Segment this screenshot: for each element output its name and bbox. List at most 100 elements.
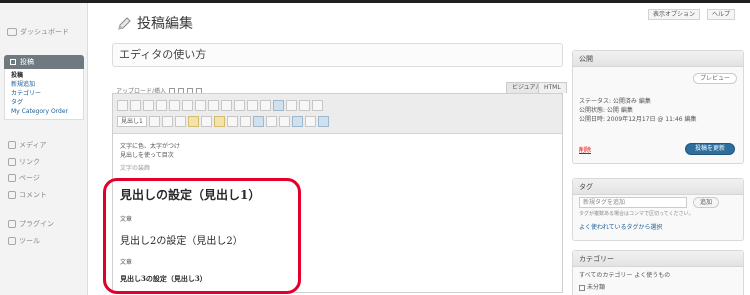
sidebar-item-label: ダッシュボード <box>20 28 69 36</box>
category-tabs[interactable]: すべてのカテゴリー よく使うもの <box>573 271 743 280</box>
undo-button[interactable] <box>291 116 303 127</box>
fullscreen-button[interactable] <box>286 100 297 111</box>
publish-box: 公開 プレビュー ステータス: 公開済み 編集 公開状態: 公開 編集 公開日時… <box>572 50 744 164</box>
tags-box: タグ 新規タグを追加 追加 タグが複数ある場合はコンマで区切ってください。 よく… <box>572 178 744 241</box>
publish-box-title: 公開 <box>573 51 743 67</box>
add-tag-button[interactable]: 追加 <box>693 197 720 208</box>
sidebar-item-dashboard[interactable]: ダッシュボード <box>7 27 69 37</box>
submenu-item-tags[interactable]: タグ <box>11 98 79 107</box>
submenu-item-category-order[interactable]: My Category Order <box>11 107 79 116</box>
post-title-input[interactable]: エディタの使い方 <box>112 43 563 67</box>
editor-content: 文字に色、太字がつけ 見出しを使って目次 文字の装飾 見出しの設定（見出し1） … <box>120 142 260 283</box>
toolbar-row-1 <box>117 100 323 111</box>
sidebar-item-label: 投稿 <box>20 58 34 66</box>
sidebar-item-label: ページ <box>19 174 40 182</box>
paste-button[interactable] <box>312 100 323 111</box>
page-icon <box>8 174 16 182</box>
editor-toolbar: 見出し1 <box>113 94 562 134</box>
redo-button[interactable] <box>304 116 316 127</box>
intro-text-line-2: 見出しを使って目次 <box>120 152 174 159</box>
sidebar-item-pages[interactable]: ページ <box>8 173 40 183</box>
sidebar-item-label: プラグイン <box>19 220 54 228</box>
sidebar-menu-posts: 投稿 投稿 新規追加 カテゴリー タグ My Category Order <box>0 55 88 120</box>
more-tag-button[interactable] <box>260 100 271 111</box>
heading-2: 見出し2の設定（見出し2） <box>120 236 243 247</box>
category-checkbox[interactable] <box>579 284 585 291</box>
align-right-button[interactable] <box>221 100 232 111</box>
tag-input[interactable]: 新規タグを追加 <box>579 197 687 208</box>
popular-tags-link[interactable]: よく使われているタグから選択 <box>573 223 663 232</box>
align-center-button[interactable] <box>208 100 219 111</box>
update-button[interactable]: 投稿を更新 <box>684 143 735 155</box>
format-dropdown-icon[interactable] <box>148 116 160 127</box>
sidebar-item-tools[interactable]: ツール <box>8 236 40 246</box>
sidebar-item-label: リンク <box>19 158 40 166</box>
special-char-button[interactable] <box>252 116 264 127</box>
submenu-item-all-posts[interactable]: 投稿 <box>11 71 79 80</box>
link-icon <box>8 158 16 166</box>
heading-3: 見出し3の設定（見出し3） <box>120 274 207 283</box>
post-editor[interactable]: 見出し1 文字に色、太字がつけ 見出しを使って目次 文字の装飾 見出しの設定（見… <box>112 93 563 293</box>
sidebar-item-label: ツール <box>19 237 40 245</box>
publish-status: ステータス: 公開済み 編集 <box>579 98 651 105</box>
bold-button[interactable] <box>117 100 128 111</box>
unlink-button[interactable] <box>247 100 258 111</box>
media-icon <box>8 141 16 149</box>
align-left-button[interactable] <box>195 100 206 111</box>
help-icon[interactable] <box>317 116 329 127</box>
body-text-2: 文章 <box>120 259 133 266</box>
sidebar-item-posts[interactable]: 投稿 <box>4 55 84 69</box>
italic-button[interactable] <box>130 100 141 111</box>
link-button[interactable] <box>234 100 245 111</box>
categories-box: カテゴリー すべてのカテゴリー よく使うもの 未分類 <box>572 250 744 295</box>
sidebar-item-links[interactable]: リンク <box>8 157 40 167</box>
text-color-button[interactable] <box>187 116 199 127</box>
paste-word-button[interactable] <box>213 116 225 127</box>
remove-format-button[interactable] <box>226 116 238 127</box>
top-border <box>0 0 750 3</box>
spellcheck-button[interactable] <box>273 100 284 111</box>
posts-icon <box>10 59 16 65</box>
plugin-icon <box>8 220 16 228</box>
media-button[interactable] <box>239 116 251 127</box>
heading-1: 見出しの設定（見出し1） <box>120 188 261 202</box>
submenu-item-categories[interactable]: カテゴリー <box>11 89 79 98</box>
toolbar-row-2: 見出し1 <box>117 116 329 127</box>
format-select[interactable]: 見出し1 <box>117 116 147 127</box>
categories-box-title: カテゴリー <box>573 251 743 267</box>
edit-pencil-icon <box>118 17 131 30</box>
category-item[interactable]: 未分類 <box>573 283 743 292</box>
strikethrough-button[interactable] <box>143 100 154 111</box>
blockquote-button[interactable] <box>182 100 193 111</box>
outdent-button[interactable] <box>265 116 277 127</box>
submenu-item-add-new[interactable]: 新規追加 <box>11 80 79 89</box>
dashboard-icon <box>7 28 17 36</box>
sidebar-item-plugins[interactable]: プラグイン <box>8 219 54 229</box>
posts-submenu: 投稿 新規追加 カテゴリー タグ My Category Order <box>4 69 84 120</box>
help-button[interactable]: ヘルプ <box>707 9 736 20</box>
admin-sidebar: ダッシュボード 投稿 投稿 新規追加 カテゴリー タグ My Category … <box>0 3 88 295</box>
delete-link[interactable]: 削除 <box>579 145 591 154</box>
preview-button[interactable]: プレビュー <box>692 73 737 84</box>
sidebar-item-label: コメント <box>19 191 47 199</box>
comment-icon <box>8 191 16 199</box>
screen-options-button[interactable]: 表示オプション <box>648 9 701 20</box>
paste-text-button[interactable] <box>200 116 212 127</box>
bullet-list-button[interactable] <box>156 100 167 111</box>
tools-icon <box>8 237 16 245</box>
numbered-list-button[interactable] <box>169 100 180 111</box>
body-text-1: 文章 <box>120 216 133 223</box>
indent-button[interactable] <box>278 116 290 127</box>
publish-visibility: 公開状態: 公開 編集 <box>579 107 633 114</box>
underline-button[interactable] <box>161 116 173 127</box>
category-label: 未分類 <box>587 284 606 291</box>
tags-box-title: タグ <box>573 179 743 195</box>
justify-button[interactable] <box>174 116 186 127</box>
sidebar-item-comments[interactable]: コメント <box>8 190 47 200</box>
sidebar-item-media[interactable]: メディア <box>8 140 47 150</box>
intro-text-line-1: 文字に色、太字がつけ <box>120 143 181 150</box>
tab-html[interactable]: HTML <box>538 82 567 93</box>
sidebar-item-label: メディア <box>19 141 47 149</box>
intro-small-text: 文字の装飾 <box>120 165 151 172</box>
kitchen-sink-button[interactable] <box>299 100 310 111</box>
